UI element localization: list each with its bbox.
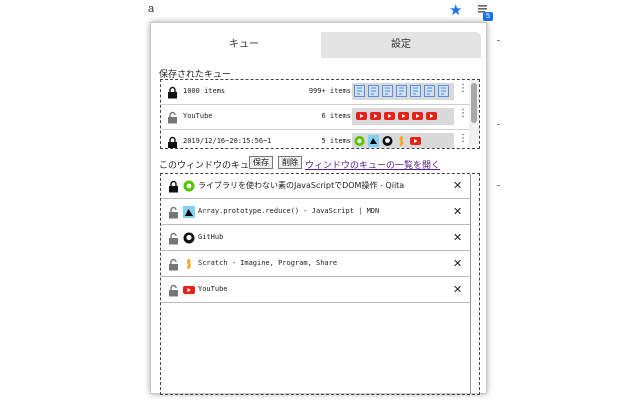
address-bar-text[interactable]: a (148, 3, 154, 15)
extension-popup: キュー 設定 保存されたキュー 1000 items 999+ items ⋮ … (150, 22, 487, 395)
window-queue-heading: このウィンドウのキュー (159, 161, 259, 171)
item-title: ライブラリを使わない素のJavaScriptでDOM操作 - Qiita (198, 181, 405, 190)
youtube-icon (410, 137, 421, 145)
open-window-queues-link[interactable]: ウィンドウのキューの一覧を開く (305, 158, 440, 171)
browser-toolbar (0, 0, 640, 22)
document-icon (396, 85, 407, 97)
document-icon (410, 85, 421, 97)
lock-open-icon[interactable] (168, 258, 179, 271)
background-mark (497, 185, 500, 186)
youtube-icon (183, 286, 195, 294)
scratch-icon (187, 259, 191, 269)
list-item[interactable]: Scratch - Imagine, Program, Share ✕ (161, 252, 470, 277)
saved-queue-count: 999+ items (308, 87, 351, 95)
list-item[interactable]: ライブラリを使わない素のJavaScriptでDOM操作 - Qiita ✕ (161, 174, 470, 199)
tab-settings[interactable]: 設定 (321, 32, 481, 58)
lock-open-icon[interactable] (168, 206, 179, 219)
youtube-icon (384, 112, 395, 120)
kebab-menu-icon[interactable]: ⋮ (458, 83, 468, 94)
tab-queue[interactable]: キュー (167, 32, 321, 58)
window-queue-list: ライブラリを使わない素のJavaScriptでDOM操作 - Qiita ✕ A… (160, 173, 480, 395)
saved-queue-name: YouTube (183, 112, 213, 120)
kebab-menu-icon[interactable]: ⋮ (458, 133, 468, 144)
youtube-icon (370, 112, 381, 120)
close-icon[interactable]: ✕ (453, 231, 462, 244)
document-icon (354, 85, 365, 97)
saved-queues-list: 1000 items 999+ items ⋮ YouTube 6 items (160, 79, 480, 149)
youtube-icon (398, 112, 409, 120)
saved-queue-row[interactable]: 1000 items 999+ items ⋮ (161, 80, 469, 105)
list-item[interactable]: YouTube ✕ (161, 278, 470, 303)
youtube-icon (426, 112, 437, 120)
item-title: GitHub (198, 233, 224, 241)
lock-closed-icon[interactable] (167, 136, 178, 149)
item-title: Scratch - Imagine, Program, Share (198, 259, 338, 267)
youtube-icon (356, 112, 367, 120)
lock-closed-icon[interactable] (168, 180, 179, 193)
tab-bar: キュー 設定 (167, 32, 481, 58)
saved-queue-row[interactable]: YouTube 6 items ⋮ (161, 105, 469, 130)
mdn-icon (368, 135, 379, 147)
delete-button[interactable]: 削除 (278, 156, 302, 169)
saved-queue-count: 5 items (321, 137, 351, 145)
document-icon (368, 85, 379, 97)
kebab-menu-icon[interactable]: ⋮ (458, 108, 468, 119)
youtube-icon (412, 112, 423, 120)
background-mark (497, 124, 500, 125)
close-icon[interactable]: ✕ (453, 205, 462, 218)
github-icon (183, 232, 195, 244)
scratch-icon (399, 136, 404, 146)
lock-open-icon[interactable] (168, 232, 179, 245)
document-icon (438, 85, 449, 97)
extension-badge: 5 (483, 12, 493, 21)
favicon-strip (352, 133, 454, 148)
saved-queue-name: 1000 items (183, 87, 226, 95)
saved-queue-row[interactable]: 2019/12/16~20:15:56~1 5 items ⋮ (161, 130, 469, 149)
lock-open-icon[interactable] (167, 111, 178, 124)
qiita-icon (183, 180, 195, 192)
github-icon (382, 136, 393, 146)
document-icon (382, 85, 393, 97)
lock-open-icon[interactable] (168, 284, 179, 297)
save-button[interactable]: 保存 (249, 156, 273, 169)
list-item[interactable]: GitHub ✕ (161, 226, 470, 251)
scrollbar-track[interactable] (470, 174, 471, 394)
item-title: Array.prototype.reduce() - JavaScript | … (198, 207, 380, 215)
qiita-icon (354, 136, 365, 146)
saved-queue-count: 6 items (321, 112, 351, 120)
favicon-strip (352, 83, 454, 100)
star-icon[interactable]: ★ (449, 1, 462, 19)
scrollbar-thumb[interactable] (471, 83, 477, 123)
background-mark (497, 40, 500, 41)
close-icon[interactable]: ✕ (453, 179, 462, 192)
item-title: YouTube (198, 285, 228, 293)
close-icon[interactable]: ✕ (453, 257, 462, 270)
mdn-icon (183, 206, 195, 218)
document-icon (424, 85, 435, 97)
close-icon[interactable]: ✕ (453, 283, 462, 296)
saved-queue-name: 2019/12/16~20:15:56~1 (183, 137, 272, 145)
favicon-strip (352, 108, 454, 125)
lock-closed-icon[interactable] (167, 86, 178, 99)
list-item[interactable]: Array.prototype.reduce() - JavaScript | … (161, 200, 470, 225)
